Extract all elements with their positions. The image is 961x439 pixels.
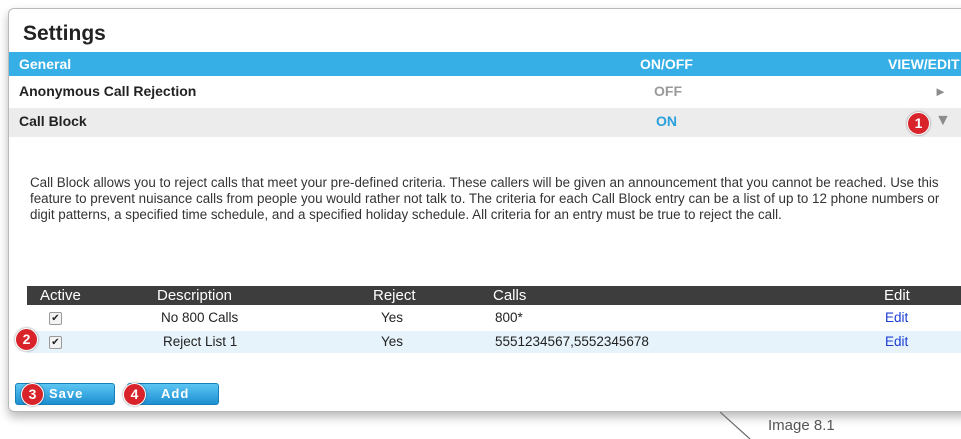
col-active: Active: [40, 287, 81, 304]
row-reject: Yes: [381, 334, 404, 349]
col-edit: Edit: [884, 287, 910, 304]
table-row: ✔ No 800 Calls Yes 800* Edit: [27, 307, 961, 329]
status-off: OFF: [654, 83, 682, 99]
setting-label: Anonymous Call Rejection: [19, 83, 197, 99]
setting-row-call-block[interactable]: Call Block ON ▼: [9, 108, 961, 137]
setting-label: Call Block: [19, 113, 87, 129]
callout-badge-3: 3: [21, 383, 44, 406]
setting-row-anonymous-call-rejection[interactable]: Anonymous Call Rejection OFF ►: [9, 78, 961, 104]
callout-badge-2: 2: [15, 328, 38, 351]
settings-header-bar: General ON/OFF VIEW/EDIT: [9, 52, 961, 76]
col-reject: Reject: [373, 287, 416, 304]
col-calls: Calls: [493, 287, 527, 304]
table-row: ✔ Reject List 1 Yes 5551234567,555234567…: [27, 331, 961, 353]
col-description: Description: [157, 287, 233, 304]
active-checkbox[interactable]: ✔: [49, 336, 62, 349]
call-block-description: Call Block allows you to reject calls th…: [30, 175, 940, 222]
edit-link[interactable]: Edit: [885, 310, 908, 325]
page-title: Settings: [23, 22, 106, 45]
header-general: General: [19, 56, 72, 72]
edit-link[interactable]: Edit: [885, 334, 908, 349]
callout-badge-4: 4: [123, 383, 146, 406]
row-reject: Yes: [381, 310, 404, 325]
add-button-label: Add: [161, 386, 190, 401]
settings-panel: Settings General ON/OFF VIEW/EDIT Anonym…: [8, 8, 961, 412]
image-caption-tab: Image 8.1: [720, 412, 961, 439]
table-header: Active Description Reject Calls Edit: [27, 286, 961, 305]
caption-divider-line: [720, 412, 751, 439]
header-onoff: ON/OFF: [640, 56, 693, 72]
collapse-arrow-icon[interactable]: ▼: [935, 112, 951, 130]
row-description: No 800 Calls: [161, 310, 239, 325]
active-checkbox[interactable]: ✔: [49, 312, 62, 325]
expand-arrow-icon[interactable]: ►: [934, 84, 947, 99]
row-description: Reject List 1: [163, 334, 238, 349]
row-calls: 800*: [495, 310, 523, 325]
image-caption: Image 8.1: [768, 417, 835, 434]
header-viewedit: VIEW/EDIT: [888, 56, 960, 72]
status-on: ON: [656, 113, 677, 129]
row-calls: 5551234567,5552345678: [495, 334, 649, 349]
save-button-label: Save: [49, 386, 84, 401]
callout-badge-1: 1: [907, 112, 930, 135]
